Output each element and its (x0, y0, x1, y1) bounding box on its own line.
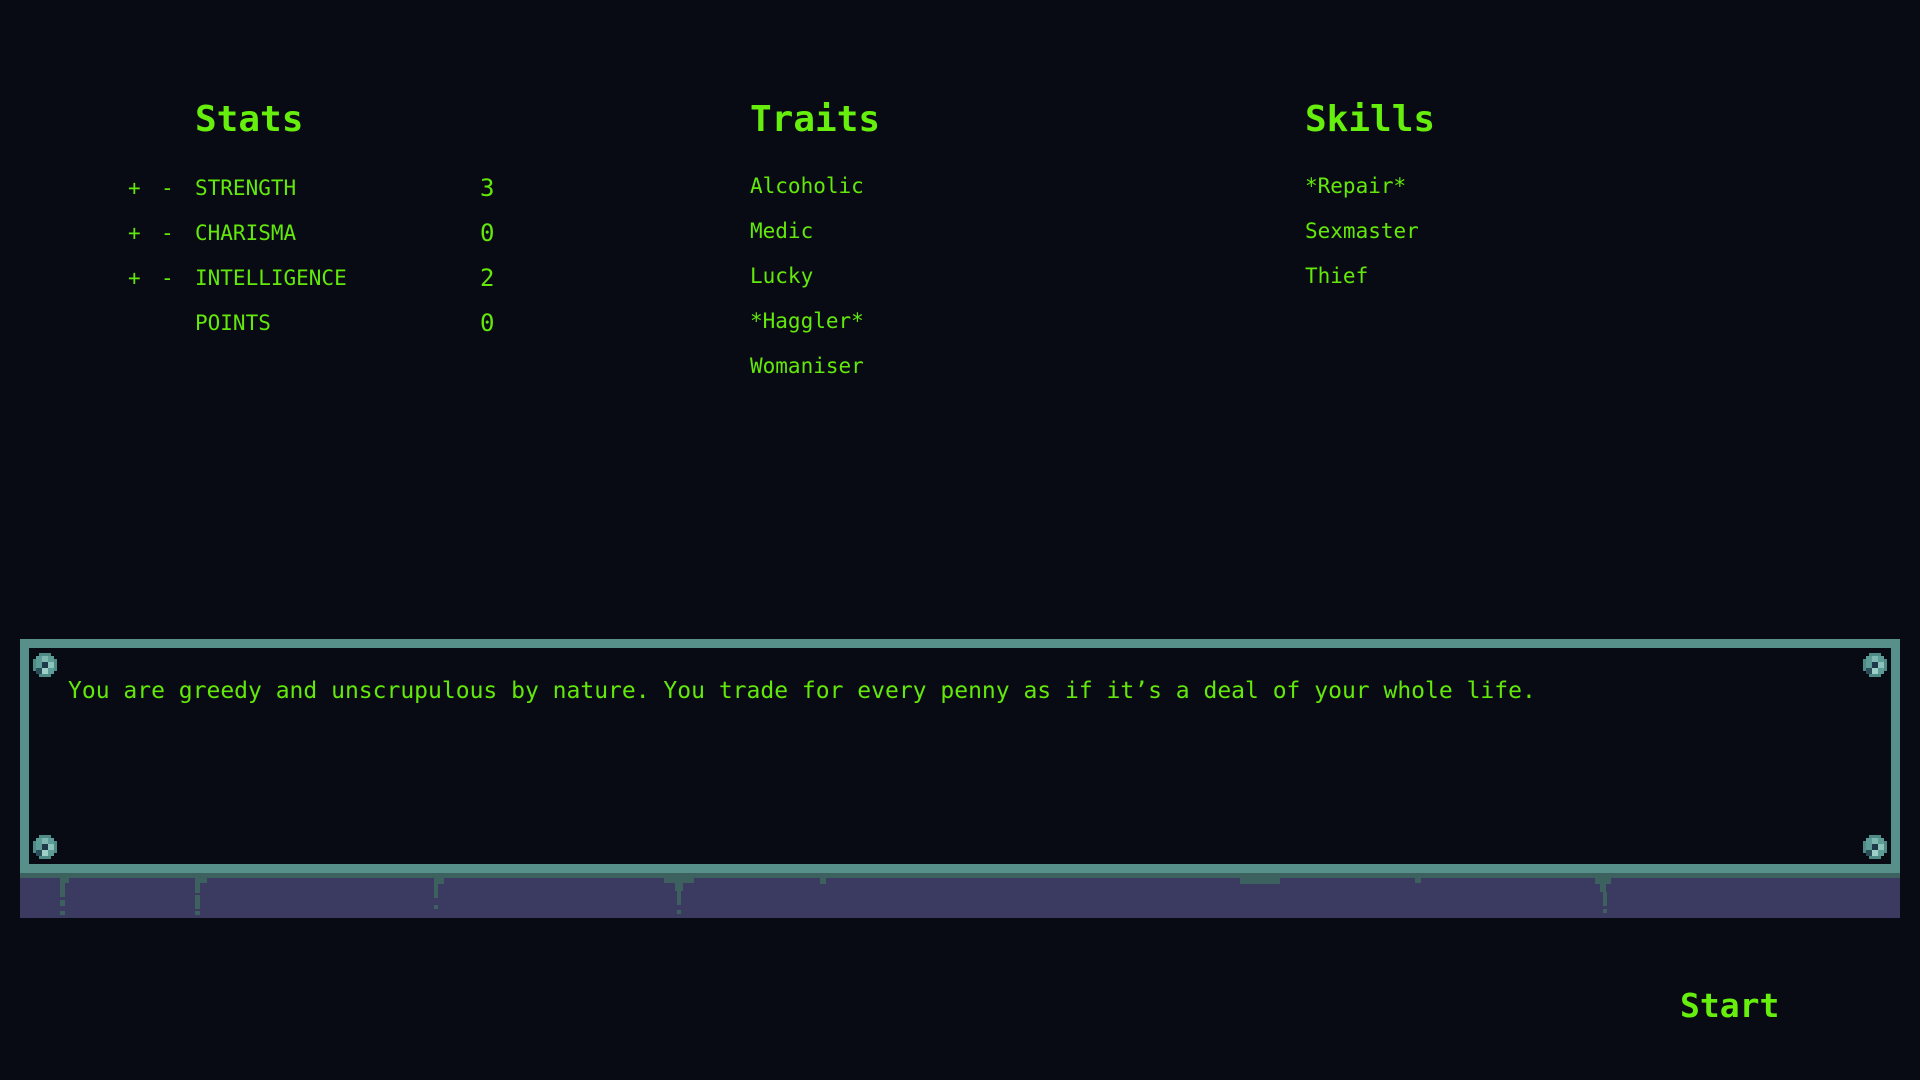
stat-value: 0 (480, 219, 495, 247)
rivet-icon (1863, 835, 1887, 859)
description-text: You are greedy and unscrupulous by natur… (68, 678, 1536, 704)
panel-base-strip (20, 873, 1900, 918)
skill-item[interactable]: Sexmaster (1305, 216, 1419, 246)
strength-decrease-button[interactable]: - (161, 173, 174, 203)
stat-value: 2 (480, 264, 495, 292)
rivet-icon (33, 653, 57, 677)
charisma-decrease-button[interactable]: - (161, 218, 174, 248)
traits-heading: Traits (750, 99, 881, 140)
points-value: 0 (480, 309, 495, 337)
stats-heading: Stats (195, 99, 304, 140)
trait-item[interactable]: Medic (750, 216, 813, 246)
rivet-icon (33, 835, 57, 859)
stat-label: INTELLIGENCE (195, 266, 347, 290)
skill-item-selected[interactable]: *Repair* (1305, 171, 1406, 201)
stat-value: 3 (480, 174, 495, 202)
intelligence-increase-button[interactable]: + (128, 263, 141, 293)
trait-item[interactable]: Alcoholic (750, 171, 864, 201)
rivet-icon (1863, 653, 1887, 677)
skill-item[interactable]: Thief (1305, 261, 1368, 291)
points-label: POINTS (195, 311, 271, 335)
trait-item[interactable]: Lucky (750, 261, 813, 291)
skills-heading: Skills (1305, 99, 1436, 140)
description-panel: You are greedy and unscrupulous by natur… (20, 639, 1900, 873)
stat-label: CHARISMA (195, 221, 297, 245)
drip-decoration (20, 873, 1900, 915)
strength-increase-button[interactable]: + (128, 173, 141, 203)
start-button[interactable]: Start (1680, 984, 1779, 1028)
trait-item[interactable]: Womaniser (750, 351, 864, 381)
stat-label: STRENGTH (195, 176, 297, 200)
intelligence-decrease-button[interactable]: - (161, 263, 174, 293)
charisma-increase-button[interactable]: + (128, 218, 141, 248)
trait-item-selected[interactable]: *Haggler* (750, 306, 864, 336)
